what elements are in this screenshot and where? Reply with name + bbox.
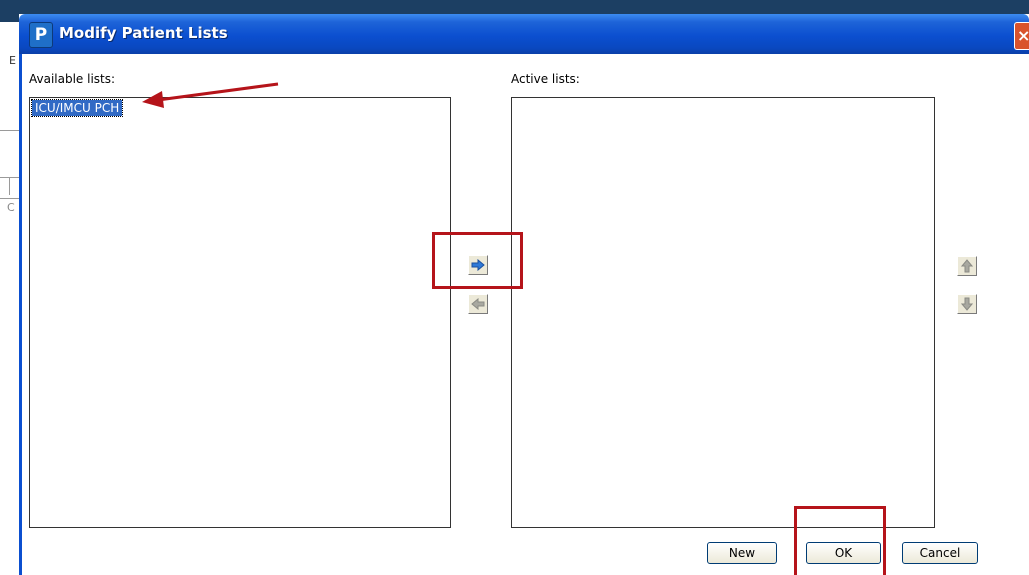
background-divider [0, 130, 19, 131]
background-glyph: E [9, 54, 16, 67]
remove-from-active-button[interactable] [468, 294, 488, 314]
arrow-up-icon [961, 259, 973, 273]
background-divider [9, 177, 10, 195]
list-item-icu-imcu-pch[interactable]: ICU/IMCU PCH [30, 99, 124, 117]
dialog-title-bar[interactable]: P Modify Patient Lists × [19, 14, 1029, 54]
annotation-box-add-button [432, 232, 523, 289]
move-up-button[interactable] [957, 256, 977, 276]
close-icon: × [1017, 26, 1029, 45]
move-down-button[interactable] [957, 294, 977, 314]
dialog-title: Modify Patient Lists [59, 24, 228, 42]
available-lists-label: Available lists: [29, 72, 116, 86]
arrow-left-icon [471, 298, 485, 310]
background-glyph: C [7, 201, 15, 214]
annotation-box-ok-button [794, 506, 886, 575]
background-divider [0, 198, 19, 199]
dialog-content: Available lists: ICU/IMCU PCH Active lis… [19, 54, 1029, 575]
available-lists-box[interactable]: ICU/IMCU PCH [29, 97, 451, 528]
new-button[interactable]: New [707, 542, 777, 564]
active-lists-label: Active lists: [511, 72, 580, 86]
active-lists-box[interactable] [511, 97, 935, 528]
cancel-button[interactable]: Cancel [902, 542, 978, 564]
app-logo-icon: P [29, 22, 53, 48]
close-button[interactable]: × [1014, 22, 1029, 50]
modify-patient-lists-dialog: P Modify Patient Lists × Available lists… [19, 14, 1029, 575]
arrow-down-icon [961, 297, 973, 311]
